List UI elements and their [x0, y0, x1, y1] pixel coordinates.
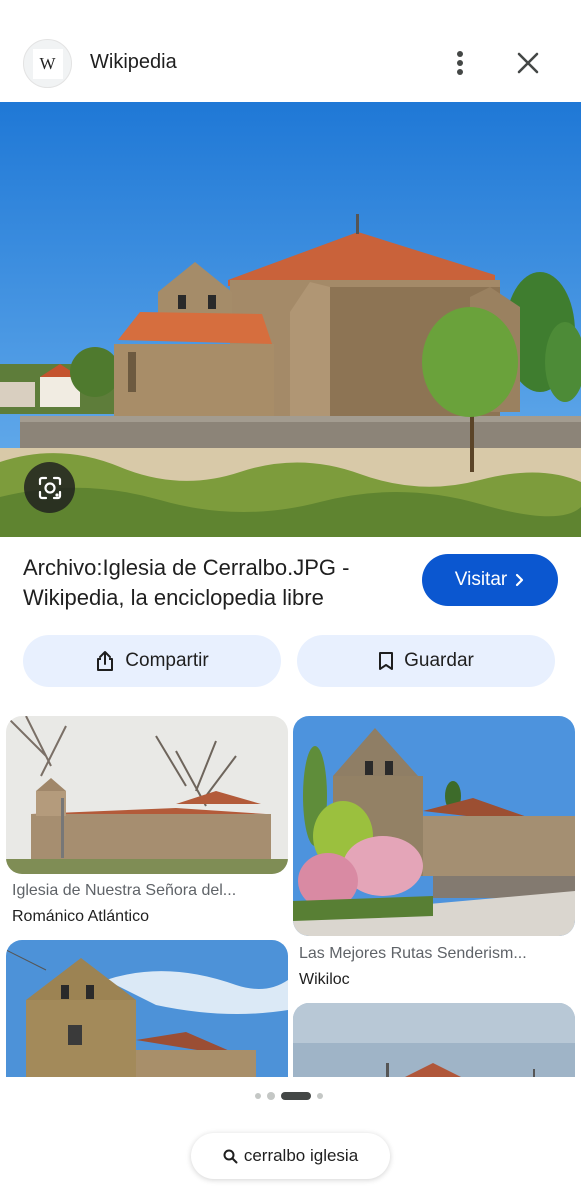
close-button[interactable]: [511, 46, 545, 80]
related-title: Las Mejores Rutas Senderism...: [299, 945, 527, 962]
logo-letter: W: [39, 53, 56, 73]
page-dot[interactable]: [267, 1092, 275, 1100]
related-card[interactable]: Las Mejores Rutas Senderism... Wikiloc: [293, 716, 575, 992]
search-query-chip[interactable]: cerralbo iglesia: [191, 1133, 390, 1179]
google-lens-icon: [38, 476, 61, 499]
result-title[interactable]: Archivo:Iglesia de Cerralbo.JPG - Wikipe…: [23, 553, 398, 613]
close-icon: [517, 52, 539, 74]
related-source: Románico Atlántico: [12, 908, 149, 925]
page-dot[interactable]: [255, 1093, 261, 1099]
related-thumbnail: [293, 716, 575, 936]
visit-button[interactable]: Visitar: [422, 554, 558, 606]
search-query-text: cerralbo iglesia: [243, 1146, 359, 1165]
search-icon: [223, 1149, 238, 1163]
related-thumbnail: [6, 940, 288, 1100]
page-dot-active[interactable]: [281, 1092, 311, 1100]
bookmark-icon: [379, 652, 394, 670]
related-card[interactable]: Iglesia de Nuestra Señora del... Románic…: [6, 716, 288, 928]
hero-image[interactable]: [0, 102, 581, 537]
share-icon: [97, 651, 114, 671]
wikipedia-logo-icon: W: [32, 48, 63, 79]
related-title: Iglesia de Nuestra Señora del...: [12, 882, 237, 899]
carousel-indicator: [255, 1092, 323, 1100]
site-logo[interactable]: W: [23, 39, 72, 88]
google-lens-button[interactable]: [24, 462, 75, 513]
page-dot[interactable]: [317, 1093, 323, 1099]
chevron-right-icon: [516, 573, 524, 587]
related-card[interactable]: [6, 940, 288, 1100]
share-label: Compartir: [125, 650, 209, 671]
site-name[interactable]: Wikipedia: [90, 51, 177, 74]
more-vert-icon: [457, 51, 463, 75]
header-bar: W Wikipedia: [0, 0, 581, 102]
related-source: Wikiloc: [299, 971, 350, 988]
save-label: Guardar: [404, 650, 474, 671]
share-button[interactable]: Compartir: [23, 635, 281, 687]
visit-label: Visitar: [454, 569, 508, 590]
save-button[interactable]: Guardar: [297, 635, 555, 687]
related-thumbnail: [6, 716, 288, 874]
church-photo: [0, 102, 581, 537]
more-options-button[interactable]: [446, 46, 474, 80]
